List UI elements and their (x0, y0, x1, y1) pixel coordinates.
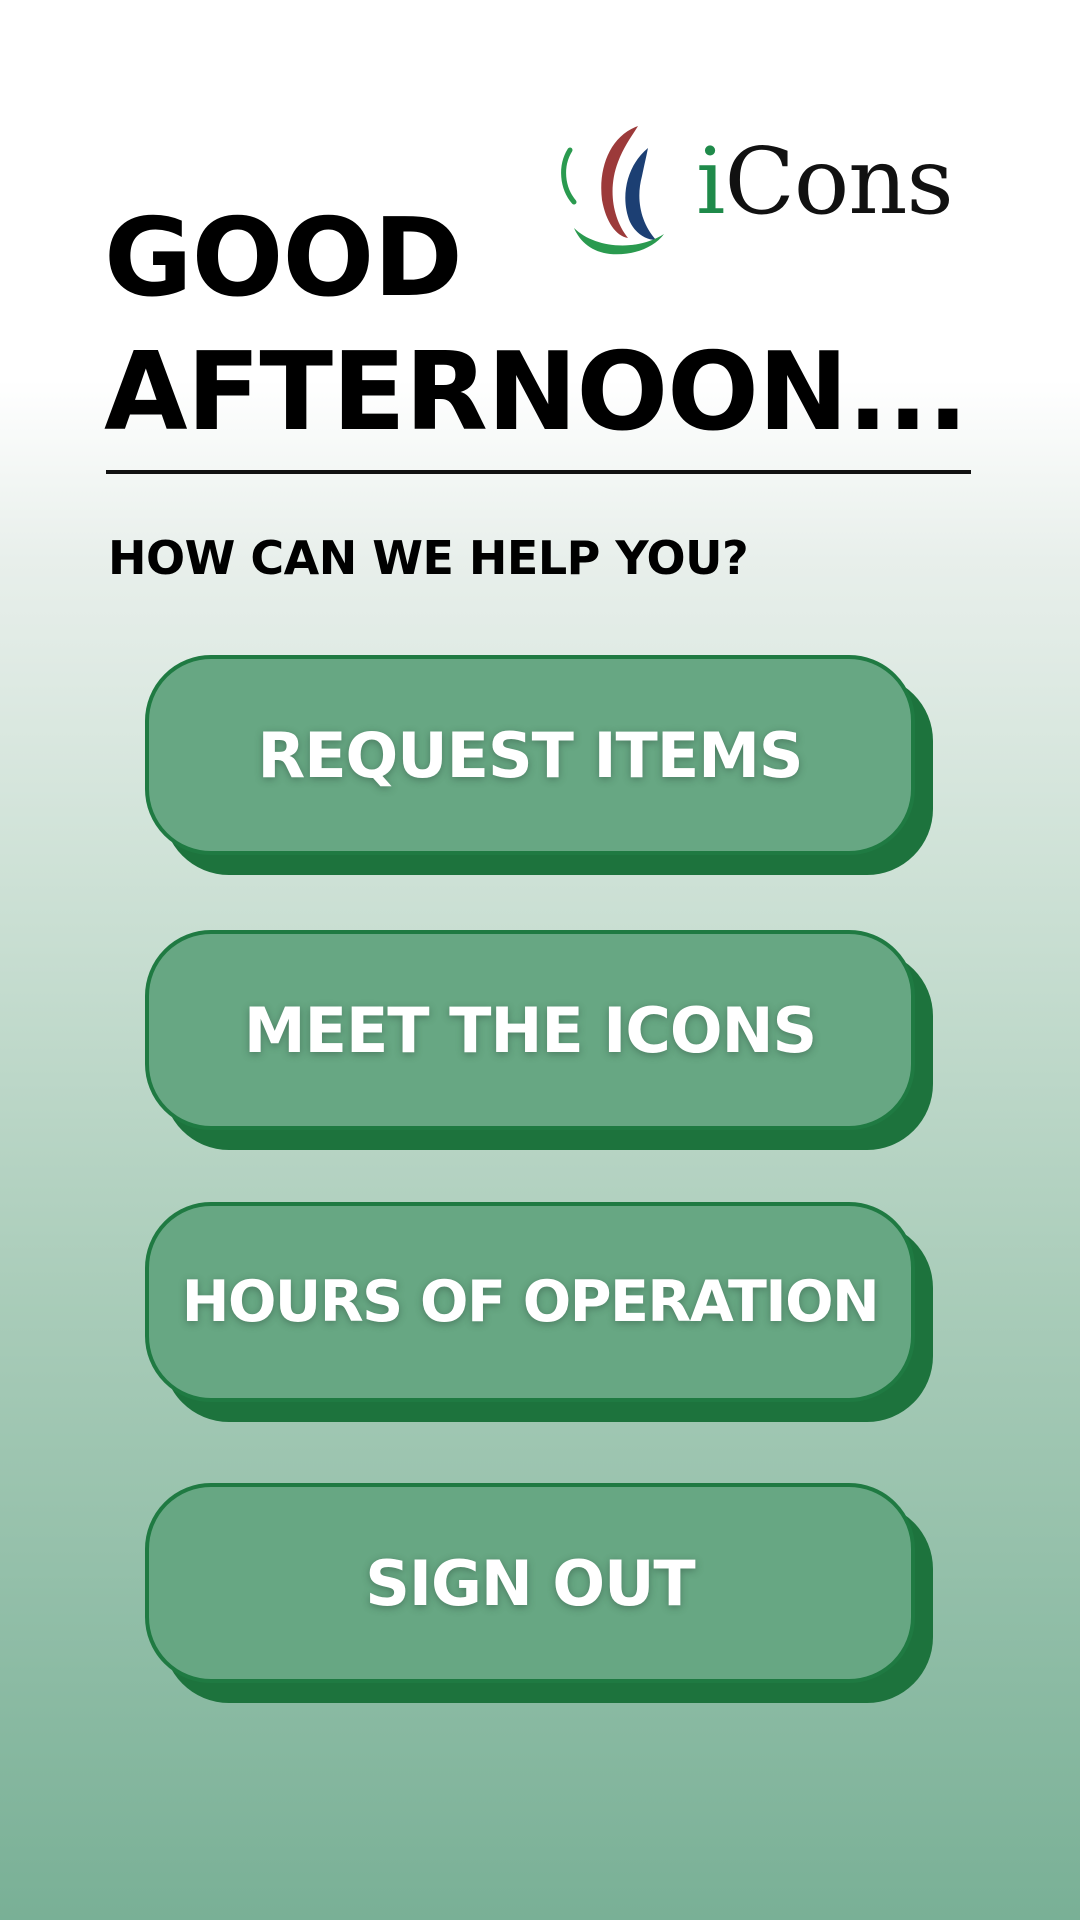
sign-out-label: SIGN OUT (365, 1546, 695, 1620)
sign-out-button[interactable]: SIGN OUT (145, 1483, 915, 1683)
greeting-line-2: AFTERNOON... (104, 330, 968, 455)
request-items-label: REQUEST ITEMS (257, 718, 803, 792)
hours-of-operation-button[interactable]: HOURS OF OPERATION (145, 1202, 915, 1402)
hours-of-operation-label: HOURS OF OPERATION (181, 1269, 880, 1335)
heading-divider (106, 470, 971, 474)
meet-the-icons-button[interactable]: MEET THE ICONS (145, 930, 915, 1130)
greeting-line-1: GOOD (104, 196, 463, 321)
request-items-button[interactable]: REQUEST ITEMS (145, 655, 915, 855)
meet-the-icons-label: MEET THE ICONS (243, 993, 817, 1067)
greeting-heading: GOOD AFTERNOON... (104, 192, 968, 460)
help-prompt: HOW CAN WE HELP YOU? (108, 531, 749, 585)
